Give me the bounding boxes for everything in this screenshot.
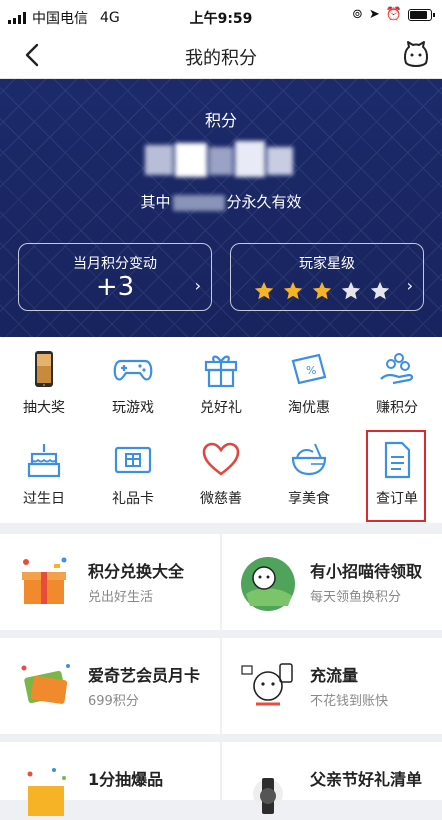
grid-label: 抽大奖	[23, 400, 65, 416]
promo-exchange-all[interactable]: 积分兑换大全 兑出好生活	[0, 534, 220, 630]
star-filled-icon	[312, 281, 332, 300]
promo-subtitle: 兑出好生活	[88, 590, 154, 605]
promo-one-cent-draw[interactable]: 1分抽爆品	[0, 742, 220, 816]
promo-subtitle: 699积分	[88, 694, 139, 709]
watch-illustration	[253, 778, 283, 814]
monthly-change-value: +3	[95, 272, 135, 302]
grid-label: 过生日	[23, 491, 65, 507]
gift-card-icon	[114, 446, 152, 474]
grid-item-deals[interactable]: % 淘优惠	[265, 339, 353, 425]
promo-subtitle: 不花钱到账快	[310, 694, 389, 709]
promo-title: 积分兑换大全	[88, 562, 185, 581]
grid-label: 玩游戏	[112, 400, 154, 416]
heart-icon	[202, 442, 240, 476]
battery-icon	[408, 8, 435, 21]
page-title: 我的积分	[185, 48, 257, 69]
vip-card-illustration	[21, 664, 70, 704]
points-label: 积分	[204, 111, 237, 130]
bowl-icon	[291, 443, 327, 476]
monthly-change-title: 当月积分变动	[73, 256, 157, 272]
prize-box-illustration	[27, 768, 66, 816]
alarm-icon: ⏰	[385, 7, 402, 22]
promo-iqiyi[interactable]: 爱奇艺会员月卡 699积分	[0, 638, 220, 734]
star-empty-icon	[341, 281, 361, 300]
promo-fathers-day[interactable]: 父亲节好礼清单	[222, 742, 442, 814]
grid-item-games[interactable]: 玩游戏	[89, 339, 177, 425]
cat-phone-illustration	[241, 663, 293, 706]
permanent-points-note: 其中 分永久有效	[0, 191, 442, 212]
gift-icon	[204, 355, 238, 388]
permanent-value-blurred	[172, 194, 225, 211]
nav-bar: 我的积分	[0, 32, 442, 79]
grid-label: 赚积分	[376, 400, 418, 416]
gamepad-icon	[113, 359, 153, 381]
grid-item-lottery[interactable]: 抽大奖	[0, 339, 88, 425]
points-header: 积分 其中 分永久有效 当月积分变动 +3 › 玩家星级 ›	[0, 79, 442, 337]
status-bar: 中国电信 4G 上午9:59 ⊚ ➤ ⏰	[0, 0, 442, 32]
coupon-icon: %	[291, 353, 327, 385]
grid-label: 享美食	[288, 491, 330, 507]
grid-item-food[interactable]: 享美食	[265, 430, 353, 516]
promo-title: 父亲节好礼清单	[310, 770, 423, 789]
cake-icon	[27, 444, 61, 478]
cat-illustration	[241, 557, 295, 611]
player-rating-card[interactable]: 玩家星级 ›	[230, 243, 424, 311]
rotation-lock-icon: ⊚	[352, 7, 363, 22]
gift-box-illustration	[22, 557, 67, 604]
promo-title: 充流量	[310, 666, 359, 685]
promo-subtitle: 每天领鱼换积分	[310, 590, 402, 605]
grid-label: 微慈善	[200, 491, 242, 507]
grid-label: 淘优惠	[288, 400, 330, 416]
grid-item-charity[interactable]: 微慈善	[177, 430, 265, 516]
star-empty-icon	[370, 281, 390, 300]
promo-title: 爱奇艺会员月卡	[88, 666, 201, 685]
promo-data-topup[interactable]: 充流量 不花钱到账快	[222, 638, 442, 734]
grid-item-birthday[interactable]: 过生日	[0, 430, 88, 516]
star-filled-icon	[283, 281, 303, 300]
player-rating-title: 玩家星级	[299, 256, 355, 272]
grid-item-gift-card[interactable]: 礼品卡	[89, 430, 177, 516]
chevron-right-icon: ›	[194, 276, 201, 295]
coins-hand-icon	[380, 353, 414, 385]
cat-service-icon[interactable]	[400, 39, 432, 71]
phone-prize-icon	[35, 351, 53, 387]
grid-item-earn[interactable]: 赚积分	[353, 339, 441, 425]
svg-text:%: %	[306, 364, 316, 377]
order-highlight-box	[366, 430, 426, 522]
grid-item-redeem[interactable]: 兑好礼	[177, 339, 265, 425]
grid-label: 兑好礼	[200, 400, 242, 416]
location-icon: ➤	[368, 7, 380, 22]
monthly-change-card[interactable]: 当月积分变动 +3 ›	[18, 243, 212, 311]
promo-title: 有小招喵待领取	[310, 562, 423, 581]
permanent-prefix: 其中	[140, 193, 171, 211]
promo-title: 1分抽爆品	[88, 770, 164, 789]
star-rating	[253, 280, 391, 302]
promo-cat-reward[interactable]: 有小招喵待领取 每天领鱼换积分	[222, 534, 442, 630]
points-value-blurred	[145, 139, 295, 179]
star-filled-icon	[254, 281, 274, 300]
chevron-right-icon: ›	[406, 276, 413, 295]
permanent-suffix: 分永久有效	[226, 193, 302, 211]
grid-label: 礼品卡	[112, 491, 154, 507]
